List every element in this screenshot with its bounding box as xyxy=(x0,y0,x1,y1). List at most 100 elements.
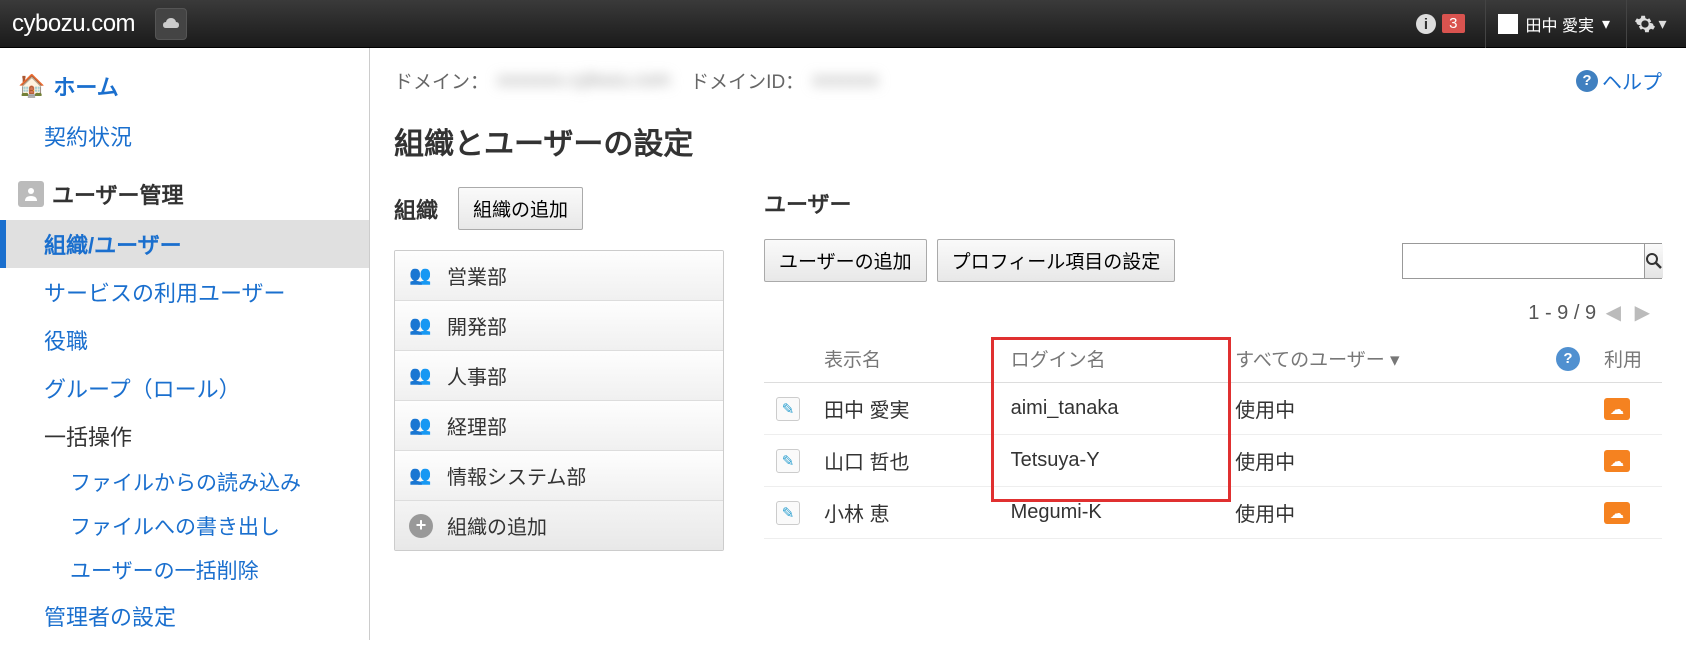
search-box xyxy=(1402,243,1662,279)
add-user-button[interactable]: ユーザーの追加 xyxy=(764,239,927,282)
edit-icon[interactable]: ✎ xyxy=(776,397,800,421)
help-icon[interactable]: ? xyxy=(1556,347,1580,371)
domain-bar: ドメイン： xxxxxxx.cybozu.com ドメインID： xxxxxxx… xyxy=(370,48,1686,103)
chevron-down-icon: ▾ xyxy=(1390,350,1400,371)
org-item-label: 人事部 xyxy=(447,361,507,390)
topbar: cybozu.com i 3 田中 愛実 ▾ ▾ xyxy=(0,0,1686,48)
cell-status: 使用中 xyxy=(1223,435,1544,487)
org-item[interactable]: 👥 情報システム部 xyxy=(395,451,723,501)
org-item[interactable]: 👥 経理部 xyxy=(395,401,723,451)
org-item-label: 開発部 xyxy=(447,311,507,340)
edit-icon[interactable]: ✎ xyxy=(776,449,800,473)
cell-display[interactable]: 山口 哲也 xyxy=(812,435,999,487)
cloud-icon[interactable]: ☁ xyxy=(1604,398,1630,420)
sidebar-contract[interactable]: 契約状況 xyxy=(0,112,369,160)
chevron-down-icon: ▾ xyxy=(1602,14,1610,34)
search-input[interactable] xyxy=(1403,244,1644,278)
cloud-icon[interactable]: ☁ xyxy=(1604,502,1630,524)
org-item-label: 情報システム部 xyxy=(447,461,586,490)
sidebar-service-users[interactable]: サービスの利用ユーザー xyxy=(0,268,369,316)
pager-prev-icon[interactable]: ◀ xyxy=(1606,302,1621,324)
sidebar-export[interactable]: ファイルへの書き出し xyxy=(0,504,369,548)
topbar-right: i 3 田中 愛実 ▾ ▾ xyxy=(1410,0,1674,48)
main: ドメイン： xxxxxxx.cybozu.com ドメインID： xxxxxxx… xyxy=(370,48,1686,640)
search-button[interactable] xyxy=(1644,244,1663,278)
sidebar-home-label: ホーム xyxy=(53,70,118,102)
cell-display[interactable]: 田中 愛実 xyxy=(812,383,999,435)
avatar xyxy=(1498,14,1518,34)
user-table: 表示名 ログイン名 すべてのユーザー ▾ ? 利用 ✎ 田中 愛実 xyxy=(764,335,1662,539)
add-org-button[interactable]: 組織の追加 xyxy=(458,187,583,230)
group-icon: 👥 xyxy=(409,365,433,386)
logo: cybozu.com xyxy=(12,10,135,38)
cell-login: Megumi-K xyxy=(999,487,1224,539)
sidebar-groups[interactable]: グループ（ロール） xyxy=(0,364,369,412)
user-icon xyxy=(18,181,44,207)
pager-text: 1 - 9 / 9 xyxy=(1528,302,1596,324)
domain-id-label: ドメインID： xyxy=(690,67,804,94)
cloud-icon[interactable]: ☁ xyxy=(1604,450,1630,472)
group-icon: 👥 xyxy=(409,265,433,286)
org-add-label: 組織の追加 xyxy=(447,511,547,540)
sidebar: 🏠 ホーム 契約状況 ユーザー管理 組織/ユーザー サービスの利用ユーザー 役職… xyxy=(0,48,370,640)
sidebar-org-users[interactable]: 組織/ユーザー xyxy=(0,220,369,268)
chevron-down-icon: ▾ xyxy=(1658,14,1666,34)
sidebar-admin-settings[interactable]: 管理者の設定 xyxy=(0,592,369,640)
svg-text:i: i xyxy=(1424,16,1428,33)
th-help: ? xyxy=(1544,335,1592,383)
cell-status: 使用中 xyxy=(1223,383,1544,435)
user-column: ユーザー ユーザーの追加 プロフィール項目の設定 1 - 9 / 9 ◀ ▶ xyxy=(764,187,1662,551)
plus-icon: + xyxy=(409,514,433,538)
org-item[interactable]: 👥 開発部 xyxy=(395,301,723,351)
sidebar-home[interactable]: 🏠 ホーム xyxy=(0,60,369,112)
th-all-users[interactable]: すべてのユーザー ▾ xyxy=(1223,335,1544,383)
cell-display[interactable]: 小林 恵 xyxy=(812,487,999,539)
user-heading: ユーザー xyxy=(764,187,852,219)
cell-login: aimi_tanaka xyxy=(999,383,1224,435)
sidebar-bulk-delete[interactable]: ユーザーの一括削除 xyxy=(0,548,369,592)
notification-badge[interactable]: 3 xyxy=(1442,14,1464,33)
org-column: 組織 組織の追加 👥 営業部 👥 開発部 👥 人事部 xyxy=(394,187,724,551)
help-icon: ? xyxy=(1576,70,1598,92)
cell-status: 使用中 xyxy=(1223,487,1544,539)
sidebar-import[interactable]: ファイルからの読み込み xyxy=(0,460,369,504)
table-row: ✎ 小林 恵 Megumi-K 使用中 ☁ xyxy=(764,487,1662,539)
user-menu[interactable]: 田中 愛実 ▾ xyxy=(1485,0,1622,48)
edit-icon[interactable]: ✎ xyxy=(776,501,800,525)
sidebar-user-mgmt-label: ユーザー管理 xyxy=(52,178,184,210)
org-heading: 組織 xyxy=(394,193,438,225)
info-icon[interactable]: i xyxy=(1410,8,1442,40)
th-login[interactable]: ログイン名 xyxy=(999,335,1224,383)
pager-next-icon[interactable]: ▶ xyxy=(1635,302,1650,324)
help-link[interactable]: ? ヘルプ xyxy=(1576,66,1662,95)
org-item[interactable]: 👥 営業部 xyxy=(395,251,723,301)
org-item-label: 営業部 xyxy=(447,261,507,290)
table-row: ✎ 田中 愛実 aimi_tanaka 使用中 ☁ xyxy=(764,383,1662,435)
domain-label: ドメイン： xyxy=(394,67,489,94)
group-icon: 👥 xyxy=(409,465,433,486)
gear-icon[interactable]: ▾ xyxy=(1626,0,1674,48)
table-row: ✎ 山口 哲也 Tetsuya-Y 使用中 ☁ xyxy=(764,435,1662,487)
help-label: ヘルプ xyxy=(1602,66,1662,95)
home-icon: 🏠 xyxy=(18,73,45,99)
org-add-row[interactable]: + 組織の追加 xyxy=(395,501,723,550)
sidebar-user-mgmt: ユーザー管理 xyxy=(0,168,369,220)
app-icon[interactable] xyxy=(155,8,187,40)
org-item-label: 経理部 xyxy=(447,411,507,440)
profile-settings-button[interactable]: プロフィール項目の設定 xyxy=(937,239,1176,282)
user-name: 田中 愛実 xyxy=(1526,12,1594,36)
th-edit xyxy=(764,335,812,383)
th-use: 利用 xyxy=(1592,335,1662,383)
domain-value: xxxxxxx.cybozu.com xyxy=(497,70,670,92)
sidebar-bulk: 一括操作 xyxy=(0,412,369,460)
th-display[interactable]: 表示名 xyxy=(812,335,999,383)
pager: 1 - 9 / 9 ◀ ▶ xyxy=(764,296,1662,335)
cell-login: Tetsuya-Y xyxy=(999,435,1224,487)
sidebar-roles[interactable]: 役職 xyxy=(0,316,369,364)
page-title: 組織とユーザーの設定 xyxy=(370,103,1686,187)
group-icon: 👥 xyxy=(409,415,433,436)
group-icon: 👥 xyxy=(409,315,433,336)
org-item[interactable]: 👥 人事部 xyxy=(395,351,723,401)
org-list: 👥 営業部 👥 開発部 👥 人事部 👥 経理部 xyxy=(394,250,724,551)
domain-id-value: xxxxxxx xyxy=(812,70,879,92)
